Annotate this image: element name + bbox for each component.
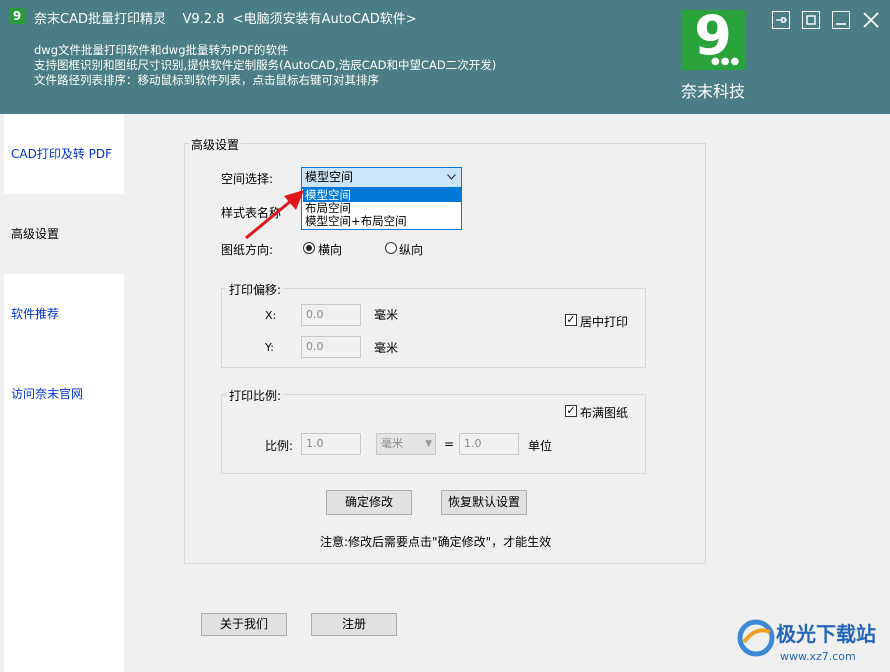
about-us-button[interactable]: 关于我们 — [201, 613, 287, 636]
company-name: 奈末科技 — [681, 82, 746, 101]
scale-unit-label: 单位 — [528, 439, 553, 453]
offset-y-unit: 毫米 — [374, 341, 399, 355]
scale-left-input[interactable]: 1.0 — [301, 433, 361, 455]
offset-y-input[interactable]: 0.0 — [301, 336, 361, 358]
restore-defaults-button[interactable]: 恢复默认设置 — [441, 490, 527, 515]
description-line-1: dwg文件批量打印软件和dwg批量转为PDF的软件 — [34, 43, 289, 57]
close-icon — [863, 12, 879, 28]
fill-paper-checkbox[interactable]: ✓ — [565, 405, 577, 417]
print-offset-title: 打印偏移: — [227, 281, 284, 298]
title-bar: 9 奈末CAD批量打印精灵 V9.2.8 <电脑须安装有AutoCAD软件> d… — [0, 0, 890, 114]
offset-x-unit: 毫米 — [374, 308, 399, 322]
space-option-model-layout[interactable]: 模型空间+布局空间 — [303, 215, 462, 228]
offset-y-label: Y: — [265, 341, 274, 354]
scale-unit-select[interactable]: 毫米 ▼ — [376, 433, 436, 455]
sidebar: CAD打印及转 PDF 高级设置 软件推荐 访问奈末官网 — [4, 114, 124, 672]
sidebar-item-advanced-settings[interactable]: 高级设置 — [4, 194, 124, 274]
company-logo: 9 ●●● — [681, 10, 745, 70]
offset-x-label: X: — [265, 309, 277, 322]
center-print-checkbox[interactable]: ✓ — [565, 314, 577, 326]
watermark: 极光下载站 www.xz7.com — [736, 612, 886, 670]
pin-icon — [776, 17, 787, 23]
red-arrow-annotation — [245, 190, 304, 240]
chevron-down-icon — [447, 174, 456, 180]
sidebar-item-visit-website[interactable]: 访问奈末官网 — [4, 354, 124, 434]
scale-ratio-label: 比例: — [265, 439, 294, 453]
space-select-value: 模型空间 — [305, 170, 354, 184]
sidebar-item-software-recommend[interactable]: 软件推荐 — [4, 274, 124, 354]
close-button[interactable] — [862, 11, 880, 29]
advanced-settings-title: 高级设置 — [189, 136, 242, 153]
pin-button[interactable] — [772, 11, 790, 29]
watermark-url: www.xz7.com — [780, 650, 856, 663]
offset-x-input[interactable]: 0.0 — [301, 304, 361, 326]
maximize-icon — [806, 15, 816, 25]
watermark-name: 极光下载站 — [776, 622, 876, 646]
chevron-down-icon: ▼ — [425, 439, 432, 449]
space-select-options: 模型空间 布局空间 模型空间+布局空间 — [301, 188, 462, 230]
space-select[interactable]: 模型空间 — [301, 167, 462, 188]
note-text: 注意:修改后需要点击"确定修改"，才能生效 — [320, 535, 552, 549]
confirm-modify-button[interactable]: 确定修改 — [326, 490, 412, 515]
scale-right-input[interactable]: 1.0 — [459, 433, 519, 455]
description-line-2: 支持图框识别和图纸尺寸识别,提供软件定制服务(AutoCAD,浩辰CAD和中望C… — [34, 58, 497, 72]
print-scale-title: 打印比例: — [227, 387, 284, 404]
fill-paper-label: 布满图纸 — [580, 406, 629, 420]
watermark-logo-icon — [737, 619, 775, 657]
orientation-portrait-label: 纵向 — [399, 243, 424, 257]
scale-unit-value: 毫米 — [381, 437, 403, 450]
minimize-button[interactable] — [832, 11, 850, 29]
minimize-icon — [836, 23, 846, 25]
window-title: 奈末CAD批量打印精灵 V9.2.8 <电脑须安装有AutoCAD软件> — [34, 12, 417, 27]
orientation-portrait-radio[interactable] — [385, 242, 397, 254]
scale-equals: = — [444, 437, 455, 451]
center-print-label: 居中打印 — [580, 315, 629, 329]
register-button[interactable]: 注册 — [311, 613, 397, 636]
orientation-landscape-label: 横向 — [318, 243, 343, 257]
maximize-button[interactable] — [802, 11, 820, 29]
sidebar-item-cad-print[interactable]: CAD打印及转 PDF — [4, 114, 124, 194]
description-line-3: 文件路径列表排序：移动鼠标到软件列表，点击鼠标右键可对其排序 — [34, 73, 379, 87]
app-icon: 9 — [9, 8, 25, 24]
